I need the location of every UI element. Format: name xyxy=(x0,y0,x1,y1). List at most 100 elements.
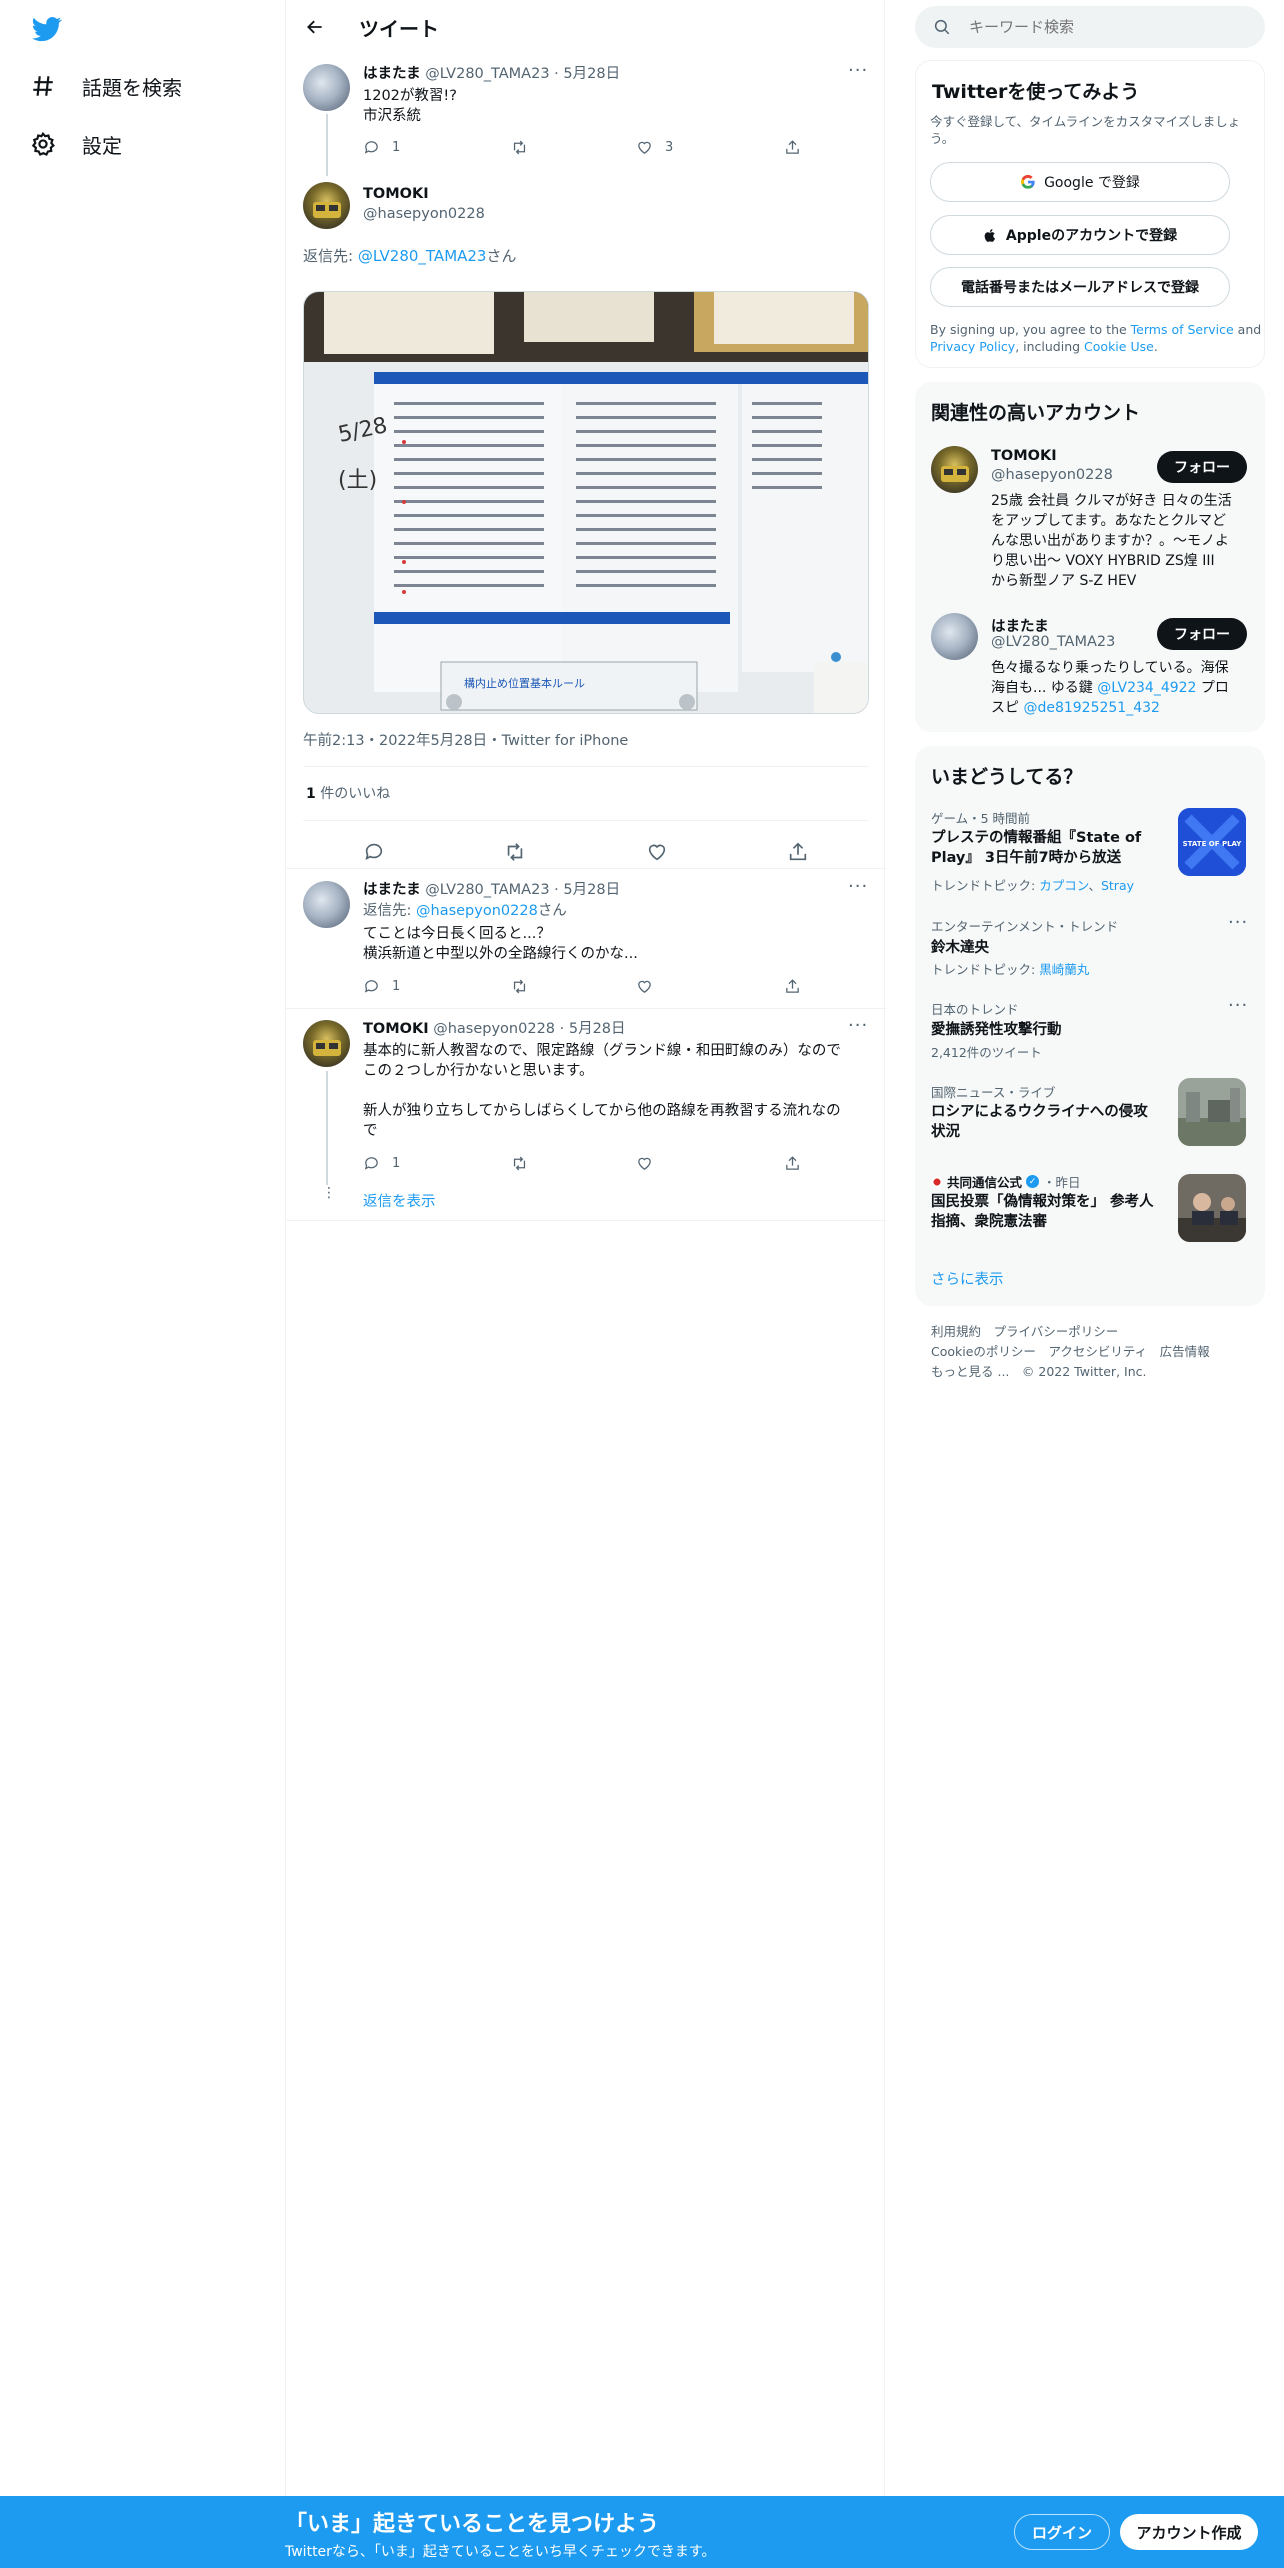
account-name[interactable]: はまたま xyxy=(991,615,1049,636)
share-button[interactable] xyxy=(784,978,801,995)
reply-icon[interactable] xyxy=(363,841,385,863)
mention-link[interactable]: @LV234_4922 xyxy=(1097,680,1196,696)
twitter-logo-icon[interactable] xyxy=(32,14,62,48)
terms-link[interactable]: Terms of Service xyxy=(1131,322,1234,337)
reply-icon xyxy=(364,1157,378,1170)
reply-button[interactable]: 1 xyxy=(363,978,511,995)
avatar[interactable] xyxy=(303,1020,350,1067)
tweet-photo[interactable]: 5/28 (土) 構内止め位置基本ルール xyxy=(303,291,869,714)
more-options-icon[interactable]: ··· xyxy=(848,876,868,897)
banner-subtitle: Twitterなら、「いま」起きていることをいち早くチェックできます。 xyxy=(285,2544,716,2560)
author-name[interactable]: はまたま xyxy=(363,66,421,82)
retweet-icon xyxy=(513,1156,526,1171)
author-handle[interactable]: @hasepyon0228 xyxy=(433,1021,555,1037)
share-button[interactable] xyxy=(784,139,801,156)
heart-icon[interactable] xyxy=(646,841,668,863)
footer-links: 利用規約 プライバシーポリシー Cookieのポリシー アクセシビリティ 広告情… xyxy=(931,1322,1210,1382)
photo-sign-text: 構内止め位置基本ルール xyxy=(464,676,585,690)
board-day-text: (土) xyxy=(338,468,377,493)
search-input[interactable] xyxy=(969,18,1229,36)
tweet-date[interactable]: 5月28日 xyxy=(563,66,620,82)
trend-count: 2,412件のツイート xyxy=(931,1045,1042,1060)
author-handle[interactable]: @LV280_TAMA23 xyxy=(425,66,549,82)
trend-thumbnail[interactable] xyxy=(1178,1078,1246,1146)
like-button[interactable] xyxy=(636,978,784,995)
tweet-date[interactable]: 5月28日 xyxy=(563,882,620,898)
tweet-timestamp[interactable]: 午前2:13・2022年5月28日・Twitter for iPhone xyxy=(303,731,628,751)
footer-link[interactable]: Cookieのポリシー xyxy=(931,1344,1036,1359)
follow-button[interactable]: フォロー xyxy=(1157,451,1247,483)
share-icon xyxy=(786,979,799,993)
search-box[interactable] xyxy=(915,6,1265,48)
reply-to-link[interactable]: @hasepyon0228 xyxy=(416,903,538,919)
arrow-left-icon xyxy=(307,20,322,34)
share-button[interactable] xyxy=(784,1155,801,1172)
author-handle[interactable]: @LV280_TAMA23 xyxy=(425,882,549,898)
retweet-button[interactable] xyxy=(511,1155,636,1172)
show-more-link[interactable]: さらに表示 xyxy=(931,1268,1004,1289)
author-name[interactable]: はまたま xyxy=(363,882,421,898)
footer-more-link[interactable]: もっと見る ... xyxy=(931,1364,1009,1379)
more-options-icon[interactable]: ··· xyxy=(1228,912,1248,933)
privacy-link[interactable]: Privacy Policy xyxy=(930,339,1015,354)
back-button[interactable] xyxy=(298,10,332,44)
show-replies-link[interactable]: 返信を表示 xyxy=(363,1192,436,1212)
avatar[interactable] xyxy=(303,881,350,928)
likes-count[interactable]: 1 件のいいね xyxy=(306,784,390,804)
create-account-button[interactable]: アカウント作成 xyxy=(1120,2514,1258,2550)
google-signup-button[interactable]: Google で登録 xyxy=(930,162,1230,202)
like-button[interactable] xyxy=(636,1155,784,1172)
retweet-icon xyxy=(513,140,526,155)
hashtag-icon xyxy=(33,76,53,96)
footer-link[interactable]: 広告情報 xyxy=(1160,1344,1210,1359)
reply-to-link[interactable]: @LV280_TAMA23 xyxy=(358,247,487,265)
nav-item-label: 設定 xyxy=(82,133,122,158)
share-icon[interactable] xyxy=(787,841,809,863)
author-handle[interactable]: @hasepyon0228 xyxy=(363,204,485,224)
account-handle[interactable]: @LV280_TAMA23 xyxy=(991,634,1115,650)
follow-button[interactable]: フォロー xyxy=(1157,618,1247,650)
retweet-button[interactable] xyxy=(511,139,636,156)
trend-meta: 国際ニュース・ライブ xyxy=(931,1085,1056,1100)
more-options-icon[interactable]: ··· xyxy=(848,60,868,81)
footer-link[interactable]: プライバシーポリシー xyxy=(994,1324,1119,1339)
apple-signup-button[interactable]: Appleのアカウントで登録 xyxy=(930,215,1230,255)
nav-item-settings[interactable]: 設定 xyxy=(30,120,122,168)
trend-thumbnail[interactable] xyxy=(1178,1174,1246,1242)
heart-icon xyxy=(638,141,651,154)
share-icon xyxy=(786,140,799,154)
avatar[interactable] xyxy=(303,64,350,111)
author-name[interactable]: TOMOKI xyxy=(363,184,429,204)
phone-email-signup-button[interactable]: 電話番号またはメールアドレスで登録 xyxy=(930,267,1230,307)
more-options-icon[interactable]: ··· xyxy=(1228,995,1248,1016)
trend-title: 鈴木達央 xyxy=(931,940,989,956)
trends-card: いまどうしてる？ ゲーム・5 時間前 プレステの情報番組『State of Pl… xyxy=(915,746,1265,1306)
avatar[interactable] xyxy=(303,182,350,229)
trend-thumbnail[interactable]: STATE OF PLAY xyxy=(1178,808,1246,876)
account-handle[interactable]: @hasepyon0228 xyxy=(991,467,1113,483)
tweet-actions: 1 3 xyxy=(363,139,803,156)
retweet-button[interactable] xyxy=(511,978,636,995)
author-name[interactable]: TOMOKI xyxy=(363,1021,429,1037)
more-options-icon[interactable]: ··· xyxy=(848,1015,868,1036)
trend-topics: トレンドトピック: カプコン、Stray xyxy=(931,878,1135,893)
trend-source: 共同通信公式 ✓ ・昨日 xyxy=(931,1172,1081,1191)
footer-link[interactable]: 利用規約 xyxy=(931,1324,981,1339)
cookie-link[interactable]: Cookie Use xyxy=(1084,339,1154,354)
signup-terms: By signing up, you agree to the Terms of… xyxy=(930,322,1262,354)
footer-link[interactable]: アクセシビリティ xyxy=(1048,1344,1147,1359)
reply-button[interactable]: 1 xyxy=(363,139,511,156)
reply-button[interactable]: 1 xyxy=(363,1155,511,1172)
mention-link[interactable]: @de81925251_432 xyxy=(1023,700,1159,716)
retweet-icon[interactable] xyxy=(504,841,526,863)
relevant-title: 関連性の高いアカウント xyxy=(931,402,1141,424)
tweet-text-line: 1202が教習!? xyxy=(363,88,457,104)
tweet-actions: 1 xyxy=(363,1155,803,1172)
like-button[interactable]: 3 xyxy=(636,139,784,156)
avatar[interactable] xyxy=(931,613,978,660)
tweet-date[interactable]: 5月28日 xyxy=(569,1021,626,1037)
avatar[interactable] xyxy=(931,446,978,493)
account-name[interactable]: TOMOKI xyxy=(991,448,1057,464)
login-button[interactable]: ログイン xyxy=(1014,2514,1110,2550)
nav-item-explore[interactable]: 話題を検索 xyxy=(30,62,182,110)
